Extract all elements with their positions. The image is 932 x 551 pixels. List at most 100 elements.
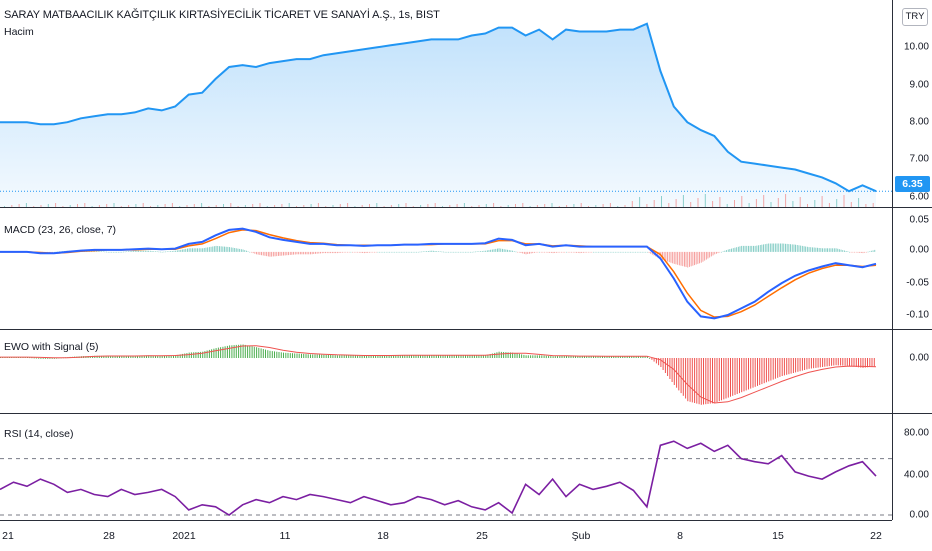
ewo-bar [757,358,758,386]
ewo-bar [534,355,536,358]
macd-histogram-bar [633,251,635,253]
macd-histogram-bar [293,251,294,255]
macd-scale[interactable]: 0.05 0.00 -0.05 -0.10 [892,208,932,329]
macd-histogram-bar [222,246,224,252]
macd-histogram-bar [576,251,577,253]
macd-histogram-bar [833,248,835,252]
ewo-bar [319,354,320,358]
volume-bar [821,196,823,207]
macd-histogram-bar [759,245,761,252]
volume-bar [682,195,684,207]
ewo-bar [321,354,323,358]
macd-histogram-bar [754,245,756,252]
macd-histogram-bar [328,251,330,254]
macd-histogram-bar [303,251,305,255]
macd-histogram-bar [535,251,537,253]
currency-button[interactable]: TRY [902,8,928,26]
macd-histogram-bar [603,251,604,253]
macd-histogram-bar [470,251,471,253]
pane-separator[interactable] [0,329,932,330]
macd-histogram-bar [402,251,404,253]
ewo-bar [496,352,498,358]
macd-histogram-bar [788,244,790,252]
macd-histogram-bar [128,251,129,252]
volume-bar [719,197,721,207]
macd-histogram-bar [729,249,731,252]
macd-histogram-bar [518,251,520,253]
macd-histogram-bar [161,251,163,253]
ewo-bar [743,358,745,392]
macd-histogram-bar [756,245,758,252]
macd-histogram-bar [458,251,460,253]
ewo-bar [38,357,40,359]
macd-histogram-bar [129,251,131,252]
macd-histogram-bar [550,251,552,253]
ewo-bar [339,355,341,358]
pane-separator[interactable] [0,207,932,208]
macd-histogram-bar [343,251,345,253]
macd-histogram-bar [362,251,364,253]
macd-histogram-bar [190,248,192,252]
macd-histogram-bar [230,247,232,252]
ewo-bar [256,347,258,358]
macd-histogram-bar [525,251,527,255]
macd-histogram-bar [321,251,323,254]
ewo-tick: 0.00 [909,352,929,364]
ewo-bar [815,358,817,368]
macd-histogram-bar [114,251,116,253]
ewo-legend[interactable]: EWO with Signal (5) [4,341,99,353]
chart-canvas[interactable] [0,0,892,520]
macd-histogram-bar [577,251,579,253]
macd-histogram-bar [539,251,540,253]
ewo-bar [310,354,311,358]
macd-histogram-bar [331,251,333,254]
macd-histogram-bar [139,250,141,252]
price-tick: 6.00 [909,191,929,203]
macd-histogram-bar [202,248,204,252]
time-label: 22 [870,530,882,542]
volume-legend[interactable]: Hacim [4,26,34,38]
macd-histogram-bar [566,251,567,253]
macd-histogram-bar [239,248,241,252]
macd-histogram-bar [212,246,214,252]
macd-histogram-bar [636,251,638,253]
ewo-bar [294,353,296,358]
macd-histogram-bar [153,251,155,252]
macd-histogram-bar [340,251,342,253]
ewo-scale[interactable]: 0.00 [892,330,932,413]
macd-histogram-bar [353,251,355,253]
macd-histogram-bar [695,251,697,265]
macd-histogram-bar [348,251,350,253]
pane-separator[interactable] [0,413,932,414]
macd-histogram-bar [244,250,246,252]
ewo-bar [696,358,698,404]
ewo-bar [761,358,763,385]
ewo-bar [835,358,837,366]
ewo-bar [759,358,761,385]
macd-histogram-bar [606,251,608,253]
ewo-bar [301,353,302,358]
time-axis[interactable]: 21 28 2021 11 18 25 Şub 8 15 22 [0,520,892,551]
rsi-scale[interactable]: 80.00 40.00 0.00 [892,414,932,521]
macd-histogram-bar [534,251,535,253]
macd-histogram-bar [286,251,288,256]
ewo-bar [788,358,790,375]
price-tick: 7.00 [909,153,929,165]
macd-histogram-bar [109,251,111,253]
macd-histogram-bar [574,251,576,253]
ewo-bar [768,358,770,382]
macd-histogram-bar [185,248,187,252]
macd-histogram-bar [680,251,682,266]
ewo-bar [215,348,217,358]
macd-histogram-bar [618,251,620,253]
macd-histogram-bar [276,251,278,257]
macd-histogram-bar [220,246,222,252]
macd-histogram-bar [434,251,436,252]
ewo-bar [748,358,749,390]
macd-histogram-bar [219,246,220,252]
macd-legend[interactable]: MACD (23, 26, close, 7) [4,224,116,236]
macd-histogram-bar [845,251,847,252]
rsi-legend[interactable]: RSI (14, close) [4,428,73,440]
macd-histogram-bar [192,248,193,252]
macd-histogram-bar [235,248,237,252]
